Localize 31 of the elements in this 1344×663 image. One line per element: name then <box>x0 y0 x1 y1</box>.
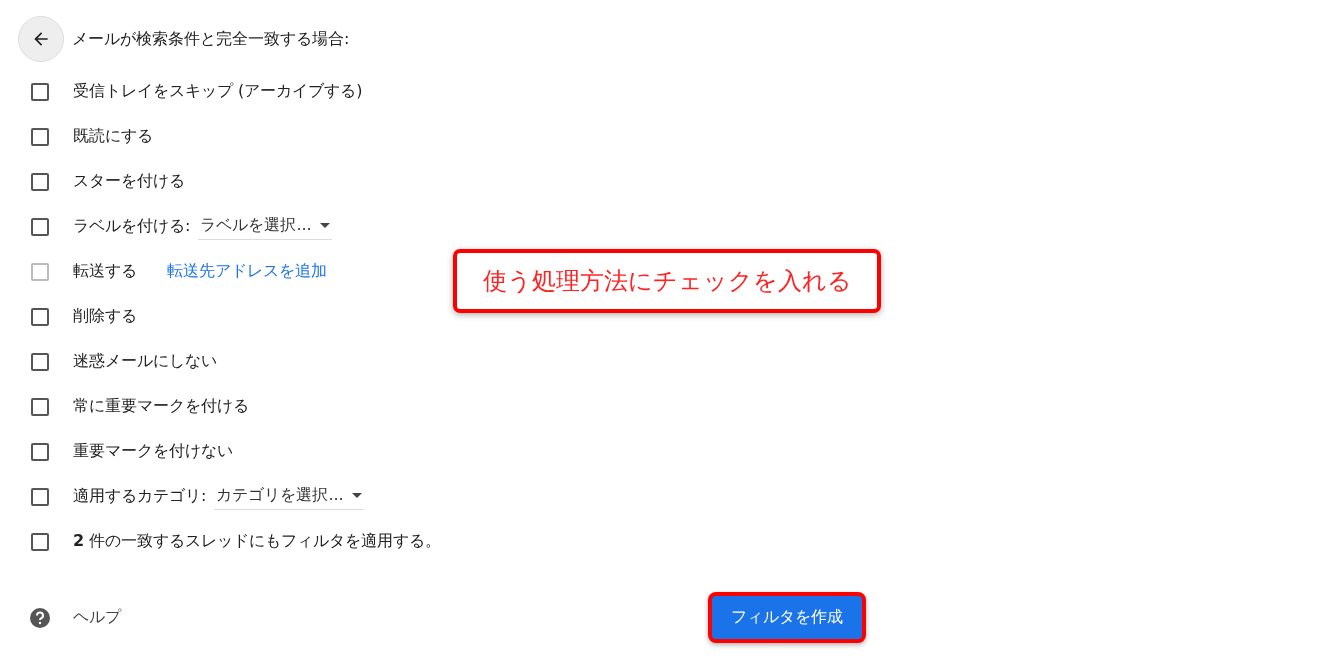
checkbox[interactable] <box>31 307 49 326</box>
checkbox[interactable] <box>31 82 49 101</box>
help-icon <box>29 606 51 629</box>
checkbox[interactable] <box>31 487 49 506</box>
annotation-callout: 使う処理方法にチェックを入れる <box>453 249 881 313</box>
select-dropdown[interactable]: カテゴリを選択... <box>214 483 364 510</box>
checkbox[interactable] <box>31 172 49 191</box>
option-label: スターを付ける <box>73 171 185 192</box>
option-label: 適用するカテゴリ: <box>73 486 207 507</box>
checkbox[interactable] <box>31 397 49 416</box>
option-label: ラベルを付ける: <box>73 216 191 237</box>
create-filter-button[interactable]: フィルタを作成 <box>708 592 866 643</box>
option-label: 削除する <box>73 306 137 327</box>
checkbox[interactable] <box>31 127 49 146</box>
option-label: 既読にする <box>73 126 153 147</box>
checkbox[interactable] <box>31 217 49 236</box>
dropdown-caret-icon <box>351 492 362 499</box>
checkbox[interactable] <box>31 442 49 461</box>
select-dropdown[interactable]: ラベルを選択... <box>198 213 332 240</box>
option-label: 受信トレイをスキップ (アーカイブする) <box>73 81 363 102</box>
back-button[interactable] <box>18 16 64 62</box>
help-link[interactable]: ヘルプ <box>73 607 121 628</box>
option-label: 迷惑メールにしない <box>73 351 217 372</box>
option-label: 重要マークを付けない <box>73 441 233 462</box>
option-label: 転送する <box>73 261 137 282</box>
checkbox[interactable] <box>31 532 49 551</box>
option-label: 2 件の一致するスレッドにもフィルタを適用する。 <box>73 531 442 552</box>
header-title: メールが検索条件と完全一致する場合: <box>72 28 350 50</box>
option-label: 常に重要マークを付ける <box>73 396 249 417</box>
checkbox[interactable] <box>31 352 49 371</box>
dropdown-caret-icon <box>319 222 330 229</box>
